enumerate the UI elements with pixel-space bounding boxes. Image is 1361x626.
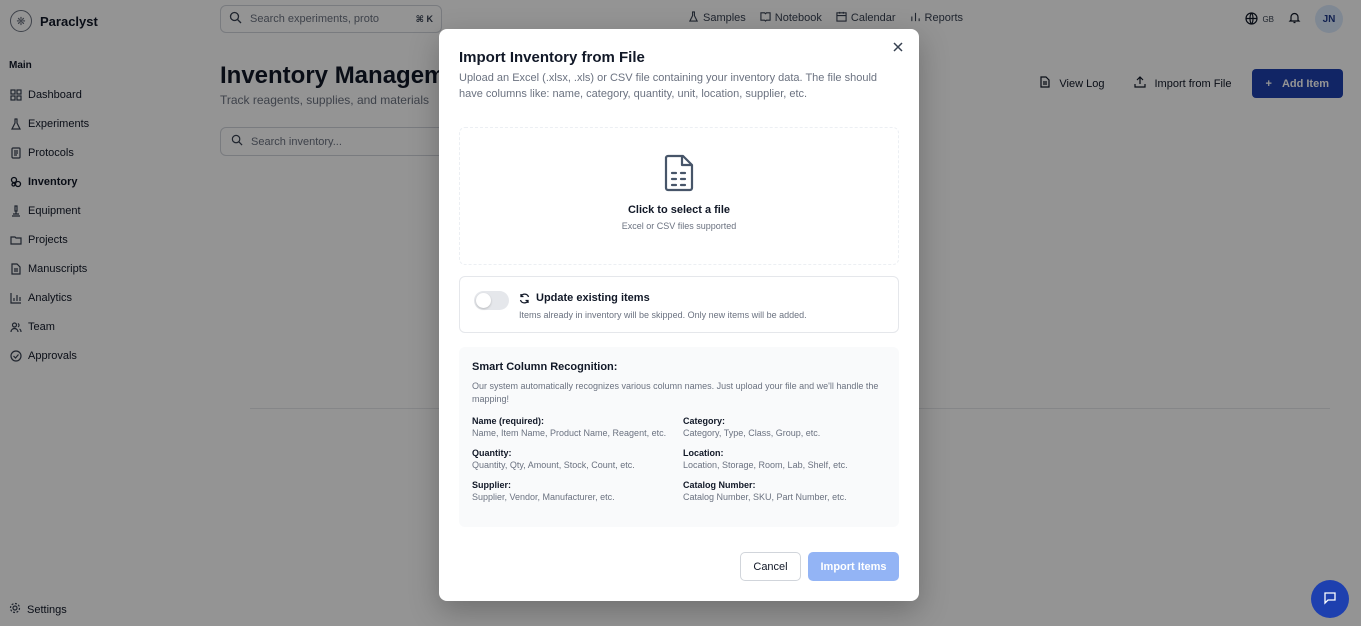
import-modal: Import Inventory from File Upload an Exc…: [439, 29, 919, 601]
column-mapping-name: Name (required): Name, Item Name, Produc…: [472, 416, 683, 438]
column-aliases: Name, Item Name, Product Name, Reagent, …: [472, 428, 667, 438]
column-label: Category:: [683, 416, 726, 426]
column-mapping-quantity: Quantity: Quantity, Qty, Amount, Stock, …: [472, 448, 683, 470]
refresh-icon: [519, 293, 530, 304]
dropzone-subtitle: Excel or CSV files supported: [621, 221, 737, 231]
column-mapping-supplier: Supplier: Supplier, Vendor, Manufacturer…: [472, 480, 683, 502]
column-mapping-location: Location: Location, Storage, Room, Lab, …: [683, 448, 883, 470]
update-existing-option: Update existing items Items already in i…: [459, 276, 899, 333]
column-label: Catalog Number:: [683, 480, 756, 490]
close-icon: [893, 41, 903, 55]
column-mapping-catalog-number: Catalog Number: Catalog Number, SKU, Par…: [683, 480, 883, 502]
chat-button[interactable]: [1311, 580, 1349, 618]
column-aliases: Catalog Number, SKU, Part Number, etc.: [683, 492, 847, 502]
update-existing-title: Update existing items: [536, 292, 650, 304]
update-existing-toggle[interactable]: [474, 291, 509, 310]
smart-title: Smart Column Recognition:: [472, 361, 618, 373]
column-label: Name (required):: [472, 416, 545, 426]
file-dropzone[interactable]: Click to select a file Excel or CSV file…: [459, 127, 899, 265]
smart-column-recognition: Smart Column Recognition: Our system aut…: [459, 347, 899, 527]
dropzone-title: Click to select a file: [627, 204, 731, 216]
column-aliases: Supplier, Vendor, Manufacturer, etc.: [472, 492, 615, 502]
column-mapping-category: Category: Category, Type, Class, Group, …: [683, 416, 883, 438]
import-items-button[interactable]: Import Items: [808, 552, 899, 581]
update-existing-subtitle: Items already in inventory will be skipp…: [519, 310, 807, 320]
column-label: Location:: [683, 448, 724, 458]
column-label: Quantity:: [472, 448, 512, 458]
spreadsheet-file-icon: [664, 154, 694, 192]
chat-icon: [1323, 591, 1337, 608]
cancel-button[interactable]: Cancel: [740, 552, 801, 581]
smart-description: Our system automatically recognizes vari…: [472, 381, 879, 404]
column-aliases: Quantity, Qty, Amount, Stock, Count, etc…: [472, 460, 635, 470]
column-label: Supplier:: [472, 480, 512, 490]
column-aliases: Location, Storage, Room, Lab, Shelf, etc…: [683, 460, 848, 470]
toggle-knob: [476, 293, 491, 308]
column-mapping-grid: Name (required): Name, Item Name, Produc…: [472, 416, 886, 502]
column-aliases: Category, Type, Class, Group, etc.: [683, 428, 821, 438]
modal-title: Import Inventory from File: [459, 49, 645, 66]
modal-description: Upload an Excel (.xlsx, .xls) or CSV fil…: [459, 72, 877, 100]
close-button[interactable]: [891, 41, 905, 55]
